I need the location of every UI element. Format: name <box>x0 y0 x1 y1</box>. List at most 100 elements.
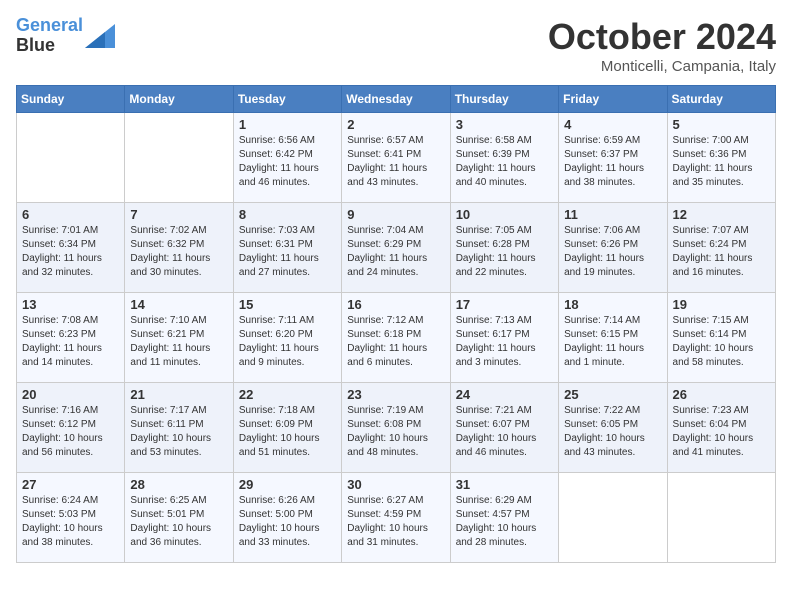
day-info: Sunrise: 7:04 AM Sunset: 6:29 PM Dayligh… <box>347 224 444 280</box>
calendar-day-cell: 11 Sunrise: 7:06 AM Sunset: 6:26 PM Dayli… <box>559 203 667 293</box>
location: Monticelli, Campania, Italy <box>548 58 776 75</box>
day-number: 18 <box>564 297 661 312</box>
day-number: 3 <box>456 117 553 132</box>
day-number: 29 <box>239 477 336 492</box>
calendar-day-cell: 21 Sunrise: 7:17 AM Sunset: 6:11 PM Dayli… <box>125 383 233 473</box>
day-info: Sunrise: 7:12 AM Sunset: 6:18 PM Dayligh… <box>347 314 444 370</box>
day-info: Sunrise: 7:00 AM Sunset: 6:36 PM Dayligh… <box>673 134 770 190</box>
day-number: 25 <box>564 387 661 402</box>
day-info: Sunrise: 6:25 AM Sunset: 5:01 PM Dayligh… <box>130 494 227 550</box>
day-number: 13 <box>22 297 119 312</box>
day-info: Sunrise: 6:57 AM Sunset: 6:41 PM Dayligh… <box>347 134 444 190</box>
weekday-header: Monday <box>125 86 233 113</box>
day-number: 6 <box>22 207 119 222</box>
day-number: 27 <box>22 477 119 492</box>
day-info: Sunrise: 6:58 AM Sunset: 6:39 PM Dayligh… <box>456 134 553 190</box>
day-info: Sunrise: 6:26 AM Sunset: 5:00 PM Dayligh… <box>239 494 336 550</box>
day-info: Sunrise: 7:08 AM Sunset: 6:23 PM Dayligh… <box>22 314 119 370</box>
day-number: 22 <box>239 387 336 402</box>
day-info: Sunrise: 7:16 AM Sunset: 6:12 PM Dayligh… <box>22 404 119 460</box>
day-info: Sunrise: 6:59 AM Sunset: 6:37 PM Dayligh… <box>564 134 661 190</box>
calendar-day-cell: 5 Sunrise: 7:00 AM Sunset: 6:36 PM Daylig… <box>667 113 775 203</box>
day-info: Sunrise: 6:56 AM Sunset: 6:42 PM Dayligh… <box>239 134 336 190</box>
calendar-day-cell: 30 Sunrise: 6:27 AM Sunset: 4:59 PM Dayli… <box>342 473 450 563</box>
day-number: 24 <box>456 387 553 402</box>
day-info: Sunrise: 6:27 AM Sunset: 4:59 PM Dayligh… <box>347 494 444 550</box>
day-number: 26 <box>673 387 770 402</box>
day-info: Sunrise: 7:15 AM Sunset: 6:14 PM Dayligh… <box>673 314 770 370</box>
calendar-week-row: 13 Sunrise: 7:08 AM Sunset: 6:23 PM Dayli… <box>17 293 776 383</box>
calendar-day-cell: 24Sunrise: 7:21 AM Sunset: 6:07 PM Dayli… <box>450 383 558 473</box>
day-info: Sunrise: 6:24 AM Sunset: 5:03 PM Dayligh… <box>22 494 119 550</box>
day-number: 23 <box>347 387 444 402</box>
calendar-day-cell: 3 Sunrise: 6:58 AM Sunset: 6:39 PM Daylig… <box>450 113 558 203</box>
day-info: Sunrise: 7:06 AM Sunset: 6:26 PM Dayligh… <box>564 224 661 280</box>
day-info: Sunrise: 7:10 AM Sunset: 6:21 PM Dayligh… <box>130 314 227 370</box>
calendar-day-cell: 7Sunrise: 7:02 AM Sunset: 6:32 PM Daylig… <box>125 203 233 293</box>
day-number: 10 <box>456 207 553 222</box>
day-info: Sunrise: 7:07 AM Sunset: 6:24 PM Dayligh… <box>673 224 770 280</box>
day-number: 19 <box>673 297 770 312</box>
day-number: 21 <box>130 387 227 402</box>
calendar-day-cell: 9 Sunrise: 7:04 AM Sunset: 6:29 PM Daylig… <box>342 203 450 293</box>
day-number: 31 <box>456 477 553 492</box>
weekday-header: Saturday <box>667 86 775 113</box>
title-block: October 2024 Monticelli, Campania, Italy <box>548 16 776 75</box>
calendar-day-cell: 6 Sunrise: 7:01 AM Sunset: 6:34 PM Daylig… <box>17 203 125 293</box>
day-info: Sunrise: 7:02 AM Sunset: 6:32 PM Dayligh… <box>130 224 227 280</box>
day-info: Sunrise: 7:23 AM Sunset: 6:04 PM Dayligh… <box>673 404 770 460</box>
logo: GeneralBlue <box>16 16 115 56</box>
calendar-day-cell: 17Sunrise: 7:13 AM Sunset: 6:17 PM Dayli… <box>450 293 558 383</box>
calendar-day-cell: 28Sunrise: 6:25 AM Sunset: 5:01 PM Dayli… <box>125 473 233 563</box>
header: GeneralBlue October 2024 Monticelli, Cam… <box>16 16 776 75</box>
day-info: Sunrise: 7:22 AM Sunset: 6:05 PM Dayligh… <box>564 404 661 460</box>
day-info: Sunrise: 7:05 AM Sunset: 6:28 PM Dayligh… <box>456 224 553 280</box>
day-number: 12 <box>673 207 770 222</box>
calendar-day-cell: 18 Sunrise: 7:14 AM Sunset: 6:15 PM Dayli… <box>559 293 667 383</box>
calendar-day-cell: 29 Sunrise: 6:26 AM Sunset: 5:00 PM Dayli… <box>233 473 341 563</box>
day-number: 30 <box>347 477 444 492</box>
day-number: 9 <box>347 207 444 222</box>
day-info: Sunrise: 7:13 AM Sunset: 6:17 PM Dayligh… <box>456 314 553 370</box>
day-number: 16 <box>347 297 444 312</box>
day-info: Sunrise: 7:01 AM Sunset: 6:34 PM Dayligh… <box>22 224 119 280</box>
weekday-header: Thursday <box>450 86 558 113</box>
logo-text: GeneralBlue <box>16 16 83 56</box>
day-info: Sunrise: 7:11 AM Sunset: 6:20 PM Dayligh… <box>239 314 336 370</box>
calendar-week-row: 27 Sunrise: 6:24 AM Sunset: 5:03 PM Dayli… <box>17 473 776 563</box>
day-info: Sunrise: 7:19 AM Sunset: 6:08 PM Dayligh… <box>347 404 444 460</box>
calendar-week-row: 20 Sunrise: 7:16 AM Sunset: 6:12 PM Dayli… <box>17 383 776 473</box>
day-info: Sunrise: 7:03 AM Sunset: 6:31 PM Dayligh… <box>239 224 336 280</box>
calendar-table: SundayMondayTuesdayWednesdayThursdayFrid… <box>16 85 776 563</box>
day-number: 4 <box>564 117 661 132</box>
weekday-header: Wednesday <box>342 86 450 113</box>
day-number: 15 <box>239 297 336 312</box>
weekday-header: Sunday <box>17 86 125 113</box>
calendar-day-cell: 20 Sunrise: 7:16 AM Sunset: 6:12 PM Dayli… <box>17 383 125 473</box>
day-info: Sunrise: 6:29 AM Sunset: 4:57 PM Dayligh… <box>456 494 553 550</box>
day-number: 14 <box>130 297 227 312</box>
day-info: Sunrise: 7:17 AM Sunset: 6:11 PM Dayligh… <box>130 404 227 460</box>
day-info: Sunrise: 7:14 AM Sunset: 6:15 PM Dayligh… <box>564 314 661 370</box>
calendar-day-cell: 4 Sunrise: 6:59 AM Sunset: 6:37 PM Daylig… <box>559 113 667 203</box>
calendar-day-cell: 26 Sunrise: 7:23 AM Sunset: 6:04 PM Dayli… <box>667 383 775 473</box>
calendar-day-cell: 23 Sunrise: 7:19 AM Sunset: 6:08 PM Dayli… <box>342 383 450 473</box>
calendar-week-row: 6 Sunrise: 7:01 AM Sunset: 6:34 PM Daylig… <box>17 203 776 293</box>
calendar-day-cell: 16 Sunrise: 7:12 AM Sunset: 6:18 PM Dayli… <box>342 293 450 383</box>
calendar-day-cell: 27 Sunrise: 6:24 AM Sunset: 5:03 PM Dayli… <box>17 473 125 563</box>
calendar-day-cell: 8 Sunrise: 7:03 AM Sunset: 6:31 PM Daylig… <box>233 203 341 293</box>
day-number: 20 <box>22 387 119 402</box>
calendar-day-cell: 22Sunrise: 7:18 AM Sunset: 6:09 PM Dayli… <box>233 383 341 473</box>
calendar-day-cell: 19 Sunrise: 7:15 AM Sunset: 6:14 PM Dayli… <box>667 293 775 383</box>
calendar-day-cell: 14 Sunrise: 7:10 AM Sunset: 6:21 PM Dayli… <box>125 293 233 383</box>
month-title: October 2024 <box>548 16 776 58</box>
calendar-day-cell: 25 Sunrise: 7:22 AM Sunset: 6:05 PM Dayli… <box>559 383 667 473</box>
weekday-header: Friday <box>559 86 667 113</box>
day-number: 2 <box>347 117 444 132</box>
logo-icon <box>85 24 115 48</box>
day-number: 8 <box>239 207 336 222</box>
calendar-day-cell: 13 Sunrise: 7:08 AM Sunset: 6:23 PM Dayli… <box>17 293 125 383</box>
calendar-day-cell <box>17 113 125 203</box>
day-number: 5 <box>673 117 770 132</box>
day-number: 11 <box>564 207 661 222</box>
